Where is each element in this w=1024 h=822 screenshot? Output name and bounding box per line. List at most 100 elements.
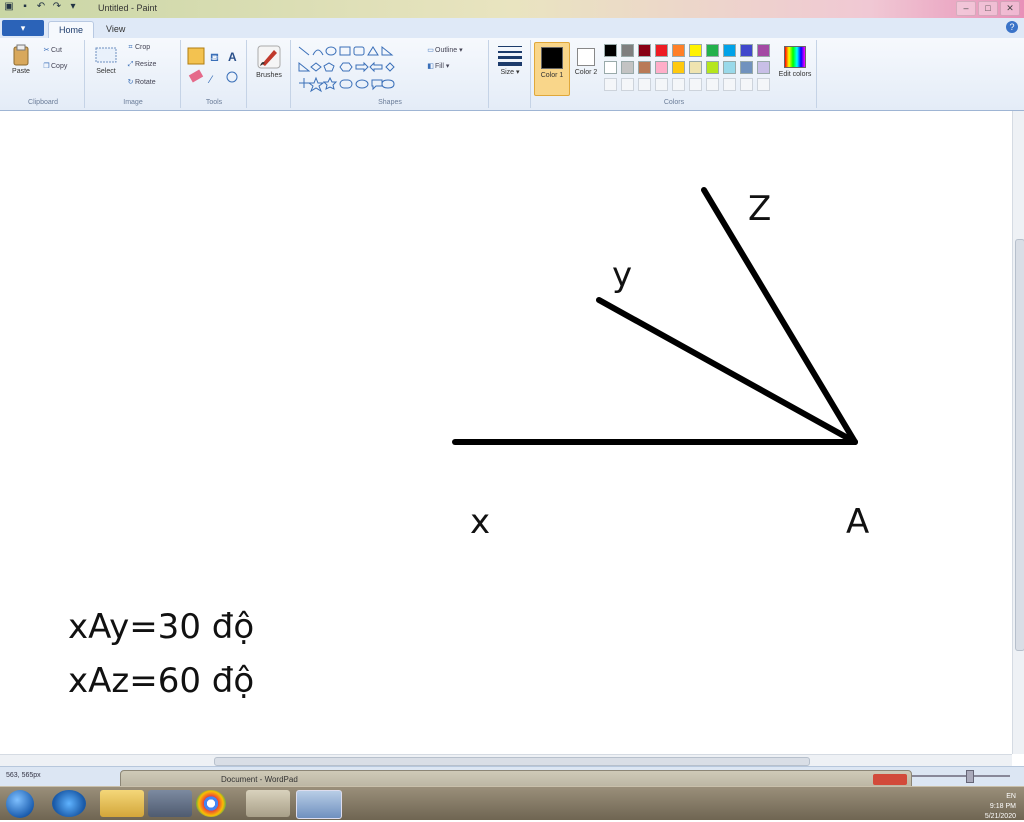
label-y: y [612, 255, 632, 295]
palette-swatch[interactable] [689, 44, 702, 57]
palette-swatch[interactable] [621, 44, 634, 57]
palette-swatch[interactable] [604, 44, 617, 57]
zoom-slider-track[interactable] [910, 775, 1010, 777]
language-indicator[interactable]: EN [1006, 793, 1016, 800]
explorer-icon[interactable] [100, 790, 144, 817]
drawing-canvas[interactable]: Z y x A xAy=30 độ xAz=60 độ [0, 111, 1012, 754]
start-button[interactable] [6, 790, 34, 818]
chrome-icon[interactable] [196, 790, 226, 817]
color2-label: Color 2 [574, 69, 598, 76]
magnifier-icon[interactable] [226, 71, 238, 83]
image-group-label: Image [123, 99, 143, 106]
canvas-drawing: Z y x A [452, 187, 869, 542]
paint-app-icon: ▣ [4, 1, 14, 12]
custom-color-slot[interactable] [604, 78, 617, 91]
palette-swatch[interactable] [655, 44, 668, 57]
palette-swatch[interactable] [672, 44, 685, 57]
media-player-icon[interactable] [148, 790, 192, 817]
tab-home[interactable]: Home [48, 21, 95, 39]
minimize-button[interactable]: – [956, 1, 976, 16]
resize-button[interactable]: ⤢ Resize [126, 61, 157, 69]
outline-dropdown[interactable]: ▭Outline ▾ [426, 46, 462, 54]
rotate-label: Rotate [135, 79, 156, 86]
color-picker-icon[interactable]: ⁄ [207, 74, 214, 86]
pencil-icon[interactable] [187, 47, 205, 65]
select-button[interactable]: Select [90, 44, 122, 75]
rotate-button[interactable]: ↻ Rotate [126, 78, 156, 86]
resize-label: Resize [135, 61, 157, 68]
fill-icon: ◧ [427, 63, 434, 70]
palette-swatch[interactable] [723, 61, 736, 74]
zoom-slider-thumb[interactable] [966, 770, 974, 783]
palette-swatch[interactable] [740, 44, 753, 57]
paste-button[interactable]: Paste [6, 44, 36, 75]
cut-button[interactable]: ✂ Cut [42, 46, 62, 54]
wordpad-taskbar-icon[interactable] [296, 790, 342, 819]
custom-color-slot[interactable] [672, 78, 685, 91]
horizontal-scroll-thumb[interactable] [214, 757, 810, 766]
eraser-icon[interactable] [188, 69, 204, 83]
crop-button[interactable]: ⌗ Crop [126, 44, 151, 52]
palette-swatch[interactable] [706, 44, 719, 57]
ray-az [701, 187, 858, 445]
title-bar: ▣ ▪ ↶ ↷ ▾ Untitled - Paint – □ ✕ [0, 0, 1024, 18]
color2-button[interactable]: Color 2 [572, 42, 600, 76]
palette-swatch[interactable] [638, 61, 651, 74]
clipboard-group: Paste ✂ Cut ❐Copy Clipboard [2, 40, 85, 108]
custom-color-slot[interactable] [757, 78, 770, 91]
preview-close-button[interactable] [873, 774, 907, 785]
resize-icon: ⤢ [127, 61, 134, 68]
custom-color-slot[interactable] [621, 78, 634, 91]
system-tray: EN 9:18 PM 5/21/2020 [985, 792, 1016, 822]
palette-swatch[interactable] [621, 61, 634, 74]
palette-swatch[interactable] [655, 61, 668, 74]
save-icon[interactable]: ▪ [20, 2, 30, 12]
close-button[interactable]: ✕ [1000, 1, 1020, 16]
undo-icon[interactable]: ↶ [36, 2, 46, 12]
clock-time[interactable]: 9:18 PM [990, 803, 1016, 810]
copy-button[interactable]: ❐Copy [42, 62, 67, 70]
palette-swatch[interactable] [689, 61, 702, 74]
custom-color-slot[interactable] [706, 78, 719, 91]
edit-colors-button[interactable]: Edit colors [778, 42, 812, 78]
paint-taskbar-icon[interactable] [246, 790, 290, 817]
size-button[interactable]: Size ▾ [494, 44, 526, 76]
help-icon[interactable]: ? [1006, 21, 1018, 33]
palette-swatch[interactable] [740, 61, 753, 74]
vertical-scrollbar[interactable] [1012, 111, 1024, 754]
file-menu-button[interactable]: ▾ [2, 20, 44, 36]
custom-color-slot[interactable] [638, 78, 651, 91]
tab-view[interactable]: View [96, 21, 135, 38]
redo-icon[interactable]: ↷ [52, 2, 62, 12]
custom-color-slot[interactable] [723, 78, 736, 91]
palette-swatch[interactable] [757, 61, 770, 74]
palette-swatch[interactable] [723, 44, 736, 57]
label-z: Z [748, 189, 771, 229]
maximize-button[interactable]: □ [978, 1, 998, 16]
edit-colors-icon [784, 46, 806, 68]
fill-dropdown[interactable]: ◧Fill ▾ [426, 62, 449, 70]
color2-swatch [577, 48, 595, 66]
custom-color-slot[interactable] [689, 78, 702, 91]
crop-icon: ⌗ [128, 44, 133, 51]
angle-note-xay: xAy=30 độ [68, 607, 255, 647]
brushes-button[interactable]: Brushes [252, 44, 286, 79]
dropdown-icon[interactable]: ▾ [68, 2, 78, 12]
custom-color-slot[interactable] [655, 78, 668, 91]
palette-swatch[interactable] [757, 44, 770, 57]
ie-icon[interactable] [52, 790, 86, 817]
palette-swatch[interactable] [706, 61, 719, 74]
tools-palette: ⛾ A ⁄ [187, 47, 238, 86]
palette-swatch[interactable] [638, 44, 651, 57]
line-size-icon [498, 46, 522, 66]
palette-swatch[interactable] [672, 61, 685, 74]
palette-swatch[interactable] [604, 61, 617, 74]
color1-button[interactable]: Color 1 [534, 42, 570, 96]
text-tool-icon[interactable]: A [228, 50, 237, 64]
custom-color-slot[interactable] [740, 78, 753, 91]
preview-title: Document - WordPad [221, 775, 298, 784]
vertical-scroll-thumb[interactable] [1015, 239, 1024, 651]
shapes-gallery[interactable] [296, 44, 420, 94]
taskbar: EN 9:18 PM 5/21/2020 [0, 786, 1024, 820]
fill-bucket-icon[interactable]: ⛾ [210, 52, 219, 64]
